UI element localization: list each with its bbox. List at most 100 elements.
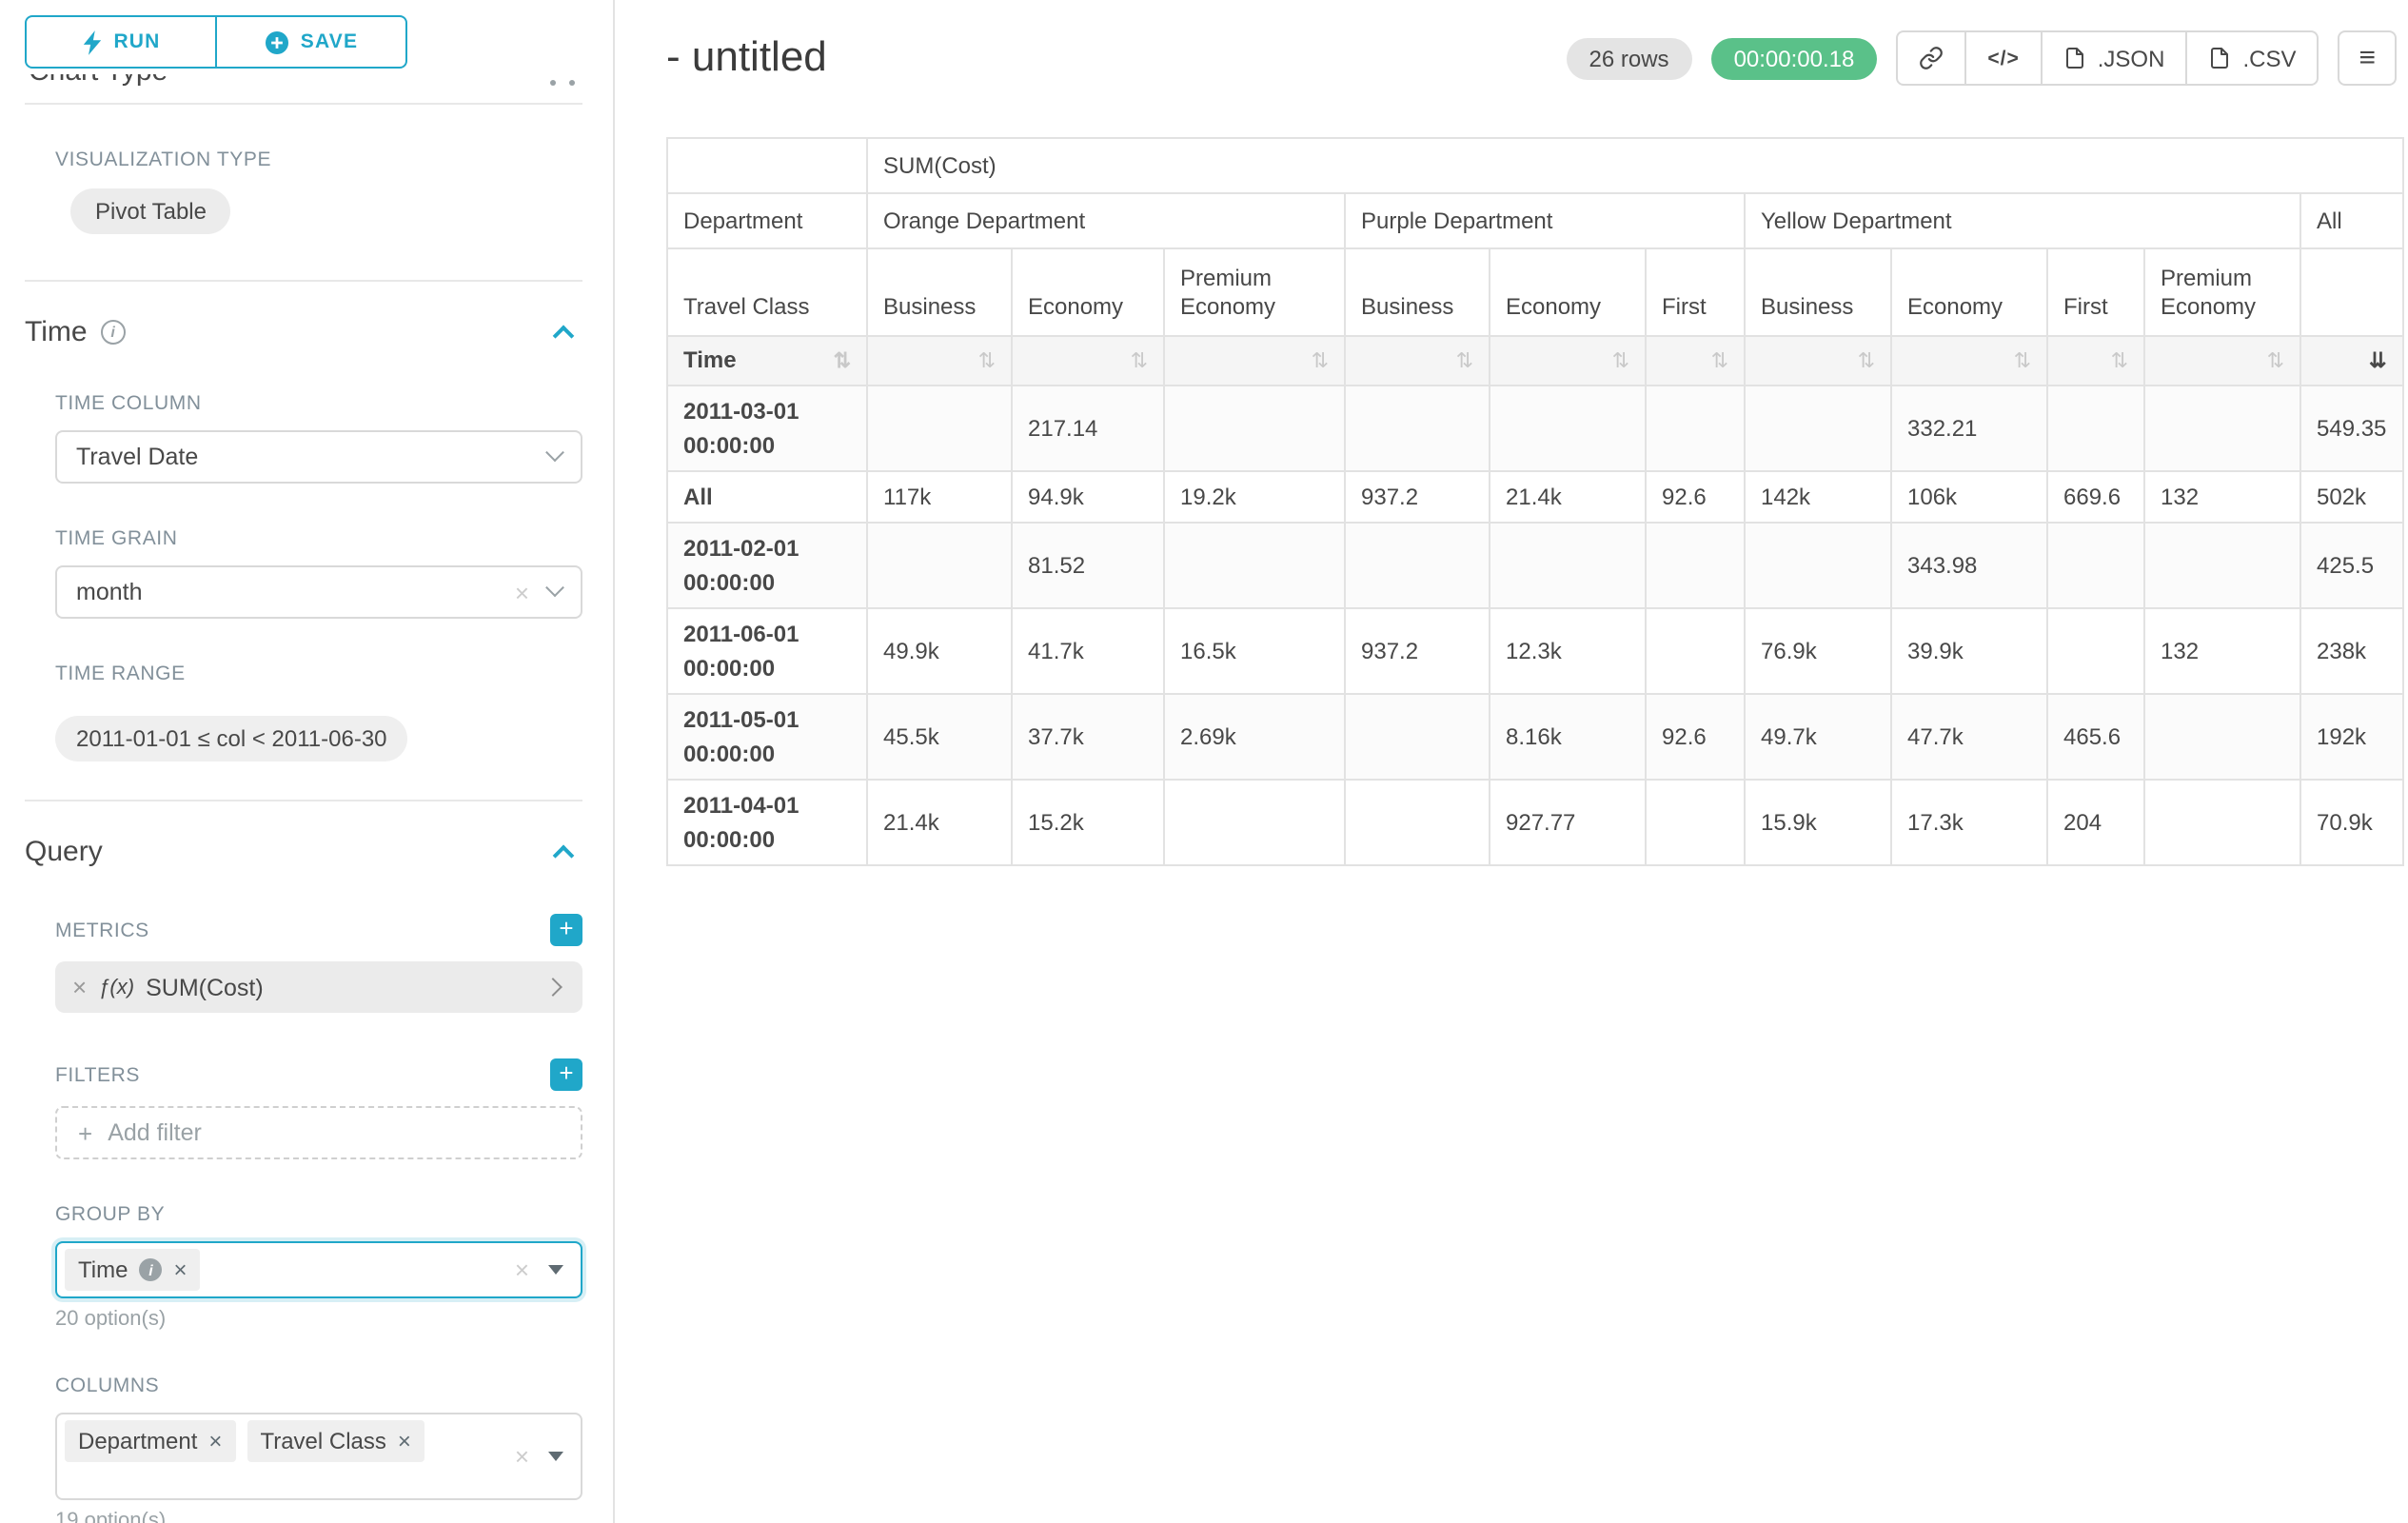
select-controls: × <box>515 1257 563 1282</box>
pivot-value-cell: 37.7k <box>1012 694 1164 780</box>
pivot-class-header: First <box>2047 248 2144 336</box>
pivot-value-cell <box>1345 523 1490 608</box>
chevron-right-icon <box>543 978 563 997</box>
pivot-sort-cell[interactable]: ⇅ <box>1490 336 1646 386</box>
pivot-value-cell: 117k <box>867 471 1012 523</box>
embed-code-button[interactable]: </> <box>1964 30 2042 86</box>
filters-label: FILTERS <box>55 1063 140 1086</box>
menu-button[interactable]: ≡ <box>2338 30 2397 86</box>
close-icon[interactable]: × <box>173 1258 187 1281</box>
pivot-value-cell <box>1345 386 1490 471</box>
pivot-value-cell <box>1345 780 1490 865</box>
metric-option[interactable]: × ƒ(x) SUM(Cost) <box>55 961 582 1013</box>
pivot-sort-cell[interactable]: ⇅ <box>2047 336 2144 386</box>
pivot-data-row: 2011-03-01 00:00:00217.14332.21549.35 <box>667 386 2402 471</box>
sort-toggle-icon[interactable]: ⇅ <box>834 346 851 376</box>
columns-select[interactable]: Department×Travel Class× × <box>55 1413 582 1500</box>
clear-icon[interactable]: × <box>515 1257 529 1282</box>
pivot-value-cell: 92.6 <box>1646 471 1745 523</box>
tag-label: Department <box>78 1428 197 1454</box>
pivot-value-cell: 16.5k <box>1164 608 1345 694</box>
time-range-value[interactable]: 2011-01-01 ≤ col < 2011-06-30 <box>55 716 408 762</box>
pivot-row-label: 2011-02-01 00:00:00 <box>667 523 867 608</box>
export-json-button[interactable]: .JSON <box>2041 30 2188 86</box>
pivot-value-cell <box>1345 694 1490 780</box>
pivot-sort-cell[interactable]: ⇅ <box>1345 336 1490 386</box>
sort-toggle-icon[interactable]: ⇅ <box>1612 346 1629 376</box>
pivot-value-cell <box>1490 386 1646 471</box>
clear-icon[interactable]: × <box>515 1444 529 1469</box>
query-timer-badge: 00:00:00.18 <box>1711 37 1878 79</box>
pivot-class-header: Economy <box>1490 248 1646 336</box>
pivot-sort-cell[interactable]: ⇅ <box>1164 336 1345 386</box>
run-button[interactable]: RUN <box>25 15 217 69</box>
pivot-sort-cell[interactable]: ⇊ <box>2300 336 2402 386</box>
pivot-value-cell: 927.77 <box>1490 780 1646 865</box>
pivot-row-label: 2011-04-01 00:00:00 <box>667 780 867 865</box>
pivot-time-header[interactable]: ⇅Time <box>667 336 867 386</box>
selected-option-tag[interactable]: Department × <box>65 1420 235 1462</box>
caret-down-icon[interactable] <box>548 1452 563 1461</box>
time-range-label: TIME RANGE <box>55 663 582 685</box>
chevron-clipped-icon <box>550 80 575 86</box>
plus-circle-icon <box>265 30 289 54</box>
query-section-header[interactable]: Query <box>25 836 582 868</box>
sort-toggle-icon[interactable]: ⇅ <box>1456 346 1473 376</box>
add-filter-label: Add filter <box>108 1119 202 1146</box>
pivot-value-cell <box>2144 523 2300 608</box>
chart-panel: - untitled 26 rows 00:00:00.18 </> .JSON… <box>617 0 2408 1523</box>
selected-option-tag[interactable]: Timei× <box>65 1249 201 1291</box>
time-column-select[interactable]: Travel Date <box>55 430 582 484</box>
save-button[interactable]: SAVE <box>215 15 407 69</box>
chevron-up-icon[interactable] <box>553 325 575 346</box>
pivot-value-cell: 70.9k <box>2300 780 2402 865</box>
chart-title[interactable]: - untitled <box>666 32 827 82</box>
sort-toggle-icon[interactable]: ⇅ <box>978 346 996 376</box>
caret-down-icon <box>545 442 564 461</box>
pivot-sort-cell[interactable]: ⇅ <box>867 336 1012 386</box>
time-section-header[interactable]: Time i <box>25 316 582 348</box>
group-by-selected-tags: Timei× <box>65 1249 201 1291</box>
pivot-value-cell <box>867 386 1012 471</box>
pivot-group-header: Orange Department <box>867 193 1345 248</box>
clear-icon[interactable]: × <box>515 580 529 604</box>
pivot-value-cell: 19.2k <box>1164 471 1345 523</box>
close-icon[interactable]: × <box>398 1430 411 1453</box>
pivot-value-cell: 8.16k <box>1490 694 1646 780</box>
file-icon <box>2063 46 2086 70</box>
menu-icon: ≡ <box>2359 42 2376 74</box>
caret-down-icon[interactable] <box>548 1265 563 1275</box>
pivot-value-cell: 502k <box>2300 471 2402 523</box>
pivot-sort-cell[interactable]: ⇅ <box>1646 336 1745 386</box>
close-icon[interactable]: × <box>208 1430 222 1453</box>
add-filter-plus-button[interactable]: + <box>550 1058 582 1091</box>
pivot-sort-cell[interactable]: ⇅ <box>2144 336 2300 386</box>
pivot-value-cell: 106k <box>1891 471 2047 523</box>
pivot-sort-cell[interactable]: ⇅ <box>1891 336 2047 386</box>
sort-toggle-icon[interactable]: ⇅ <box>1711 346 1728 376</box>
pivot-value-cell <box>2047 523 2144 608</box>
export-csv-button[interactable]: .CSV <box>2185 30 2319 86</box>
add-metric-button[interactable]: + <box>550 914 582 946</box>
time-grain-select[interactable]: month × <box>55 565 582 619</box>
sort-toggle-icon[interactable]: ⇅ <box>1858 346 1875 376</box>
sort-toggle-icon[interactable]: ⇅ <box>2111 346 2128 376</box>
time-column-label: TIME COLUMN <box>55 392 582 415</box>
sort-desc-icon[interactable]: ⇊ <box>2369 346 2386 376</box>
remove-metric-icon[interactable]: × <box>72 973 87 1001</box>
pivot-value-cell: 94.9k <box>1012 471 1164 523</box>
group-by-select[interactable]: Timei× × <box>55 1241 582 1298</box>
pivot-sort-cell[interactable]: ⇅ <box>1745 336 1891 386</box>
selected-option-tag[interactable]: Travel Class× <box>247 1420 424 1462</box>
sort-toggle-icon[interactable]: ⇅ <box>1131 346 1148 376</box>
visualization-type-value[interactable]: Pivot Table <box>70 188 231 234</box>
add-filter-button[interactable]: + Add filter <box>55 1106 582 1159</box>
pivot-data-row: 2011-04-01 00:00:0021.4k15.2k927.7715.9k… <box>667 780 2402 865</box>
sort-toggle-icon[interactable]: ⇅ <box>2014 346 2031 376</box>
sort-toggle-icon[interactable]: ⇅ <box>1312 346 1329 376</box>
pivot-sort-cell[interactable]: ⇅ <box>1012 336 1164 386</box>
sort-toggle-icon[interactable]: ⇅ <box>2267 346 2284 376</box>
pivot-value-cell: 238k <box>2300 608 2402 694</box>
copy-link-button[interactable] <box>1896 30 1966 86</box>
chevron-up-icon[interactable] <box>553 844 575 866</box>
